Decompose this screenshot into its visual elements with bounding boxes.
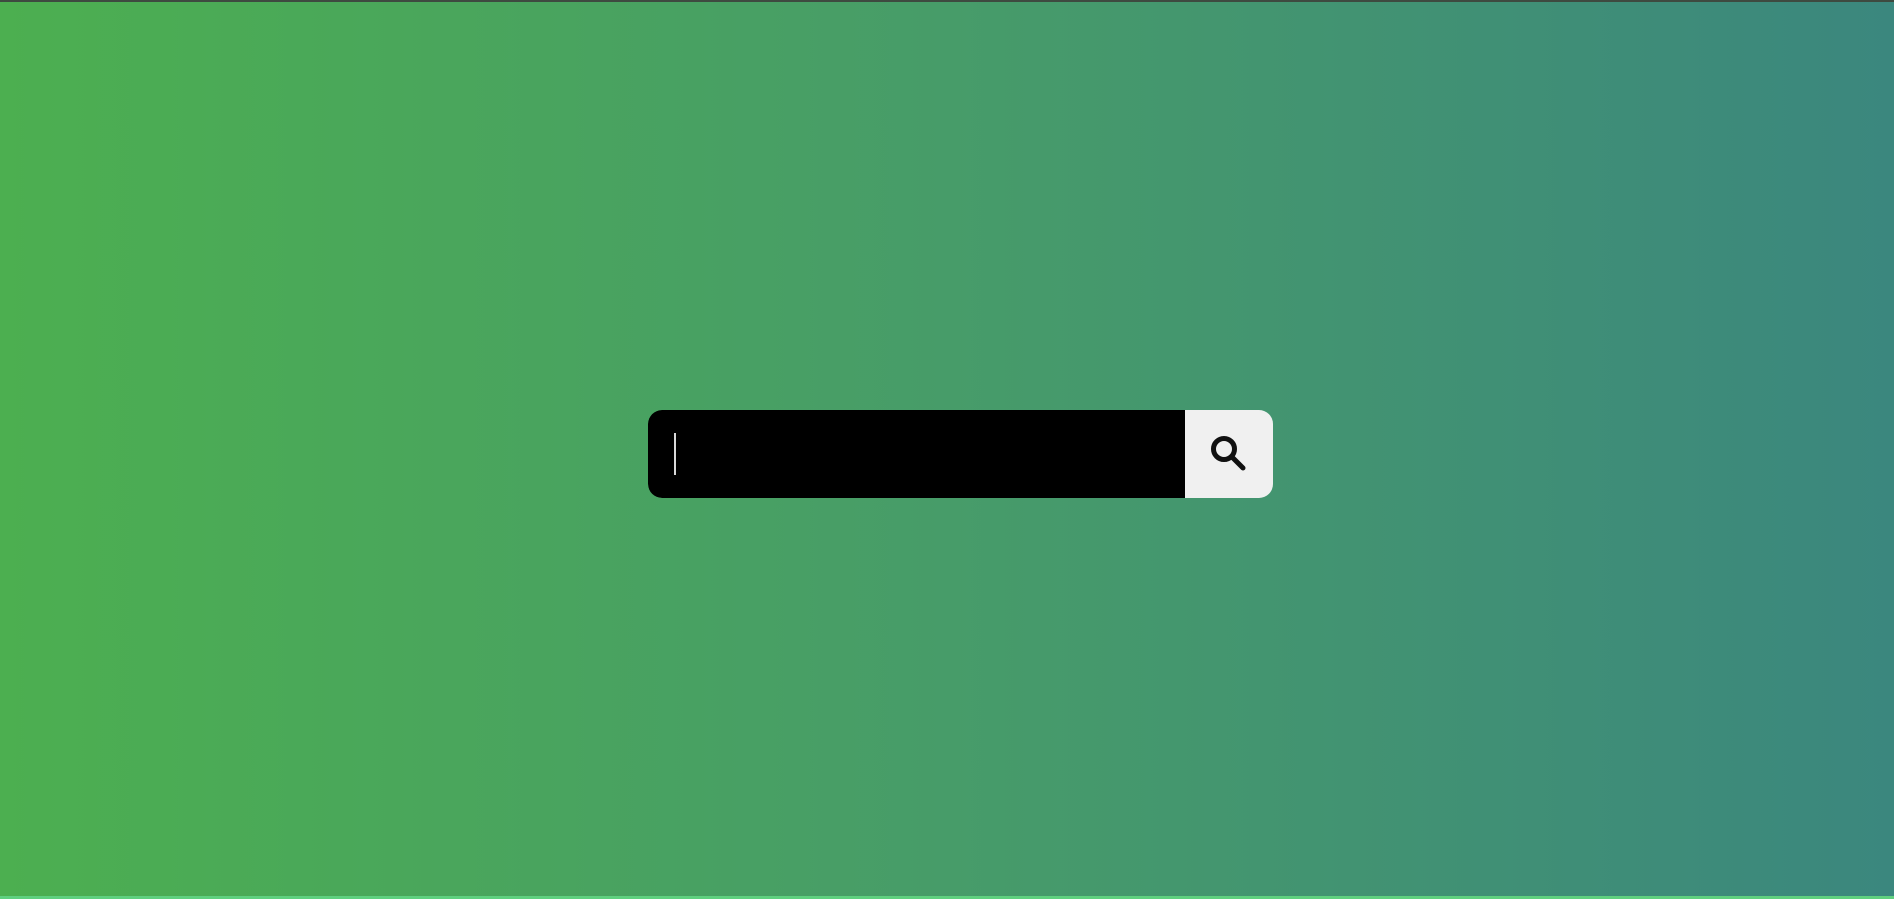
search-bar xyxy=(648,410,1273,498)
page-background xyxy=(0,0,1894,896)
text-caret xyxy=(674,433,676,475)
search-input[interactable] xyxy=(648,410,1185,498)
search-button[interactable] xyxy=(1185,410,1273,498)
search-icon xyxy=(1211,436,1246,471)
